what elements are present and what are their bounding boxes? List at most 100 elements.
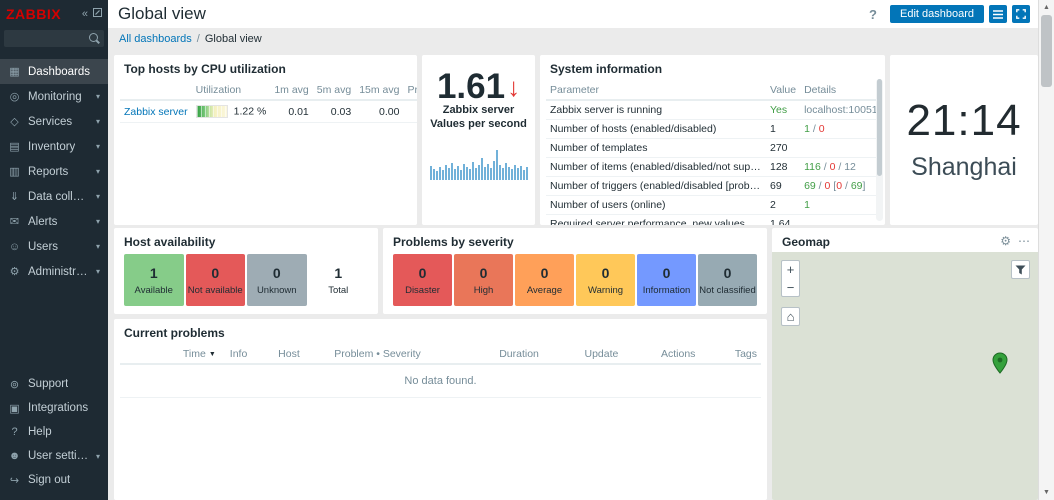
filter-button[interactable] bbox=[1011, 260, 1030, 279]
sidebar-item-help[interactable]: ?Help bbox=[0, 420, 108, 444]
clock-time: 21:14 bbox=[906, 99, 1021, 143]
status-box-not-available: 0Not available bbox=[186, 254, 246, 306]
system-info-row: Number of templates270 bbox=[546, 139, 882, 158]
sidebar-item-integrations[interactable]: ▣Integrations bbox=[0, 396, 108, 420]
sidebar-item-administration[interactable]: ⚙Administration▾ bbox=[0, 259, 108, 284]
column-header-host[interactable]: Host bbox=[274, 345, 330, 364]
collapse-sidebar-icon[interactable]: « bbox=[82, 9, 88, 20]
parameter-cell: Number of hosts (enabled/disabled) bbox=[546, 120, 766, 139]
gear-icon[interactable]: ⚙ bbox=[1000, 235, 1011, 247]
widget-current-problems: Current problems Time▼ Info Host Problem… bbox=[114, 319, 767, 500]
breadcrumb-all-dashboards[interactable]: All dashboards bbox=[119, 33, 192, 45]
column-header-time[interactable]: Time▼ bbox=[120, 345, 226, 364]
widget-top-hosts: Top hosts by CPU utilization Utilization… bbox=[114, 55, 417, 225]
sidebar-item-label: User settings bbox=[28, 450, 89, 462]
value-cell: 270 bbox=[766, 139, 800, 158]
sidebar-item-inventory[interactable]: ▤Inventory▾ bbox=[0, 134, 108, 159]
sparkline-bar bbox=[478, 165, 480, 180]
value-cell: 69 bbox=[766, 177, 800, 196]
scroll-up-icon[interactable]: ▲ bbox=[1039, 4, 1054, 11]
status-box-available: 1Available bbox=[124, 254, 184, 306]
breadcrumb-current: Global view bbox=[205, 33, 262, 45]
zabbix-logo[interactable]: ZABBIX bbox=[6, 6, 61, 22]
sidebar-item-data-collection[interactable]: ⇓Data collection▾ bbox=[0, 184, 108, 209]
column-header-duration[interactable]: Duration bbox=[495, 345, 580, 364]
search-icon[interactable] bbox=[89, 33, 98, 42]
page-scrollbar-thumb[interactable] bbox=[1041, 15, 1052, 87]
sidebar-item-support[interactable]: ⊚Support bbox=[0, 372, 108, 396]
zoom-in-button[interactable]: + bbox=[781, 260, 800, 279]
details-cell bbox=[800, 139, 882, 158]
value-text: Yes bbox=[770, 104, 787, 116]
column-header-problem-severity[interactable]: Problem • Severity bbox=[330, 345, 495, 364]
sidebar-item-label: Data collection bbox=[28, 191, 89, 203]
sidebar-item-monitoring[interactable]: ◎Monitoring▾ bbox=[0, 84, 108, 109]
sidebar-item-label: Sign out bbox=[28, 474, 70, 486]
column-header-info[interactable]: Info bbox=[226, 345, 274, 364]
status-label: Average bbox=[527, 285, 562, 296]
sidebar-item-sign-out[interactable]: ↪Sign out bbox=[0, 468, 108, 492]
status-box-information: 0 Information bbox=[637, 254, 696, 306]
details-part: / bbox=[821, 161, 830, 173]
chevron-down-icon: ▾ bbox=[96, 242, 100, 251]
widget-scrollbar[interactable] bbox=[876, 79, 883, 221]
sidebar-item-alerts[interactable]: ✉Alerts▾ bbox=[0, 209, 108, 234]
hamburger-menu-button[interactable] bbox=[989, 5, 1007, 23]
status-count: 0 bbox=[663, 265, 671, 281]
vps-number-row: 1.61 ↓ bbox=[437, 69, 520, 104]
sidebar-item-label: Help bbox=[28, 426, 52, 438]
host-link[interactable]: Zabbix server bbox=[124, 106, 188, 118]
system-info-row: Number of hosts (enabled/disabled)11 / 0 bbox=[546, 120, 882, 139]
sidebar-item-services[interactable]: ◇Services▾ bbox=[0, 109, 108, 134]
sparkline-bar bbox=[496, 150, 498, 180]
column-header-utilization: Utilization bbox=[192, 81, 271, 100]
vps-value: 1.61 bbox=[437, 69, 505, 104]
logo-row: ZABBIX « bbox=[0, 0, 108, 26]
sidebar-item-users[interactable]: ☺Users▾ bbox=[0, 234, 108, 259]
value-cell: 2 bbox=[766, 196, 800, 215]
value-text: 1.64 bbox=[770, 218, 790, 225]
sparkline-bar bbox=[472, 162, 474, 180]
column-header-details: Details bbox=[800, 81, 882, 100]
geomap-map[interactable]: + − ⌂ bbox=[772, 252, 1038, 500]
status-label: Information bbox=[643, 285, 691, 296]
sidebar-item-label: Alerts bbox=[28, 216, 57, 228]
vps-sparkline bbox=[430, 144, 528, 180]
chevron-down-icon: ▾ bbox=[96, 92, 100, 101]
sidebar-item-label: Inventory bbox=[28, 141, 75, 153]
page-title: Global view bbox=[118, 4, 206, 24]
breadcrumb-separator: / bbox=[197, 33, 200, 45]
details-part: 12 bbox=[844, 161, 856, 173]
status-count: 1 bbox=[334, 265, 342, 281]
sparkline-bar bbox=[499, 165, 501, 180]
details-cell bbox=[800, 215, 882, 226]
sparkline-bar bbox=[454, 169, 456, 180]
current-problems-header-row: Time▼ Info Host Problem • Severity Durat… bbox=[120, 345, 761, 364]
fullscreen-icon bbox=[1016, 9, 1026, 19]
system-info-row: Required server performance, new values … bbox=[546, 215, 882, 226]
sidebar-nav-main: ▦Dashboards◎Monitoring▾◇Services▾▤Invent… bbox=[0, 59, 108, 284]
scroll-down-icon[interactable]: ▼ bbox=[1039, 489, 1054, 496]
map-marker-icon[interactable] bbox=[992, 352, 1008, 374]
scrollbar-thumb[interactable] bbox=[877, 79, 882, 176]
system-info-row: Zabbix server is runningYeslocalhost:100… bbox=[546, 100, 882, 120]
help-icon[interactable]: ? bbox=[861, 7, 885, 22]
sidebar-item-user-settings[interactable]: ☻User settings▾ bbox=[0, 444, 108, 468]
zoom-out-button[interactable]: − bbox=[781, 278, 800, 297]
monitoring-icon: ◎ bbox=[8, 90, 21, 103]
parameter-cell: Zabbix server is running bbox=[546, 100, 766, 120]
sidebar-item-dashboards[interactable]: ▦Dashboards bbox=[0, 59, 108, 84]
page-scrollbar[interactable]: ▲ ▼ bbox=[1038, 0, 1054, 500]
edit-dashboard-button[interactable]: Edit dashboard bbox=[890, 5, 984, 23]
hide-sidebar-icon[interactable] bbox=[93, 8, 102, 20]
sparkline-bar bbox=[430, 166, 432, 180]
details-part: 116 bbox=[804, 161, 821, 173]
sparkline-bar bbox=[463, 164, 465, 180]
kiosk-mode-button[interactable] bbox=[1012, 5, 1030, 23]
sidebar-item-reports[interactable]: ▥Reports▾ bbox=[0, 159, 108, 184]
details-part: 69 bbox=[851, 180, 863, 192]
home-button[interactable]: ⌂ bbox=[781, 307, 800, 326]
status-count: 0 bbox=[602, 265, 610, 281]
more-options-icon[interactable]: ⋯ bbox=[1018, 235, 1030, 247]
sparkline-bar bbox=[514, 165, 516, 180]
